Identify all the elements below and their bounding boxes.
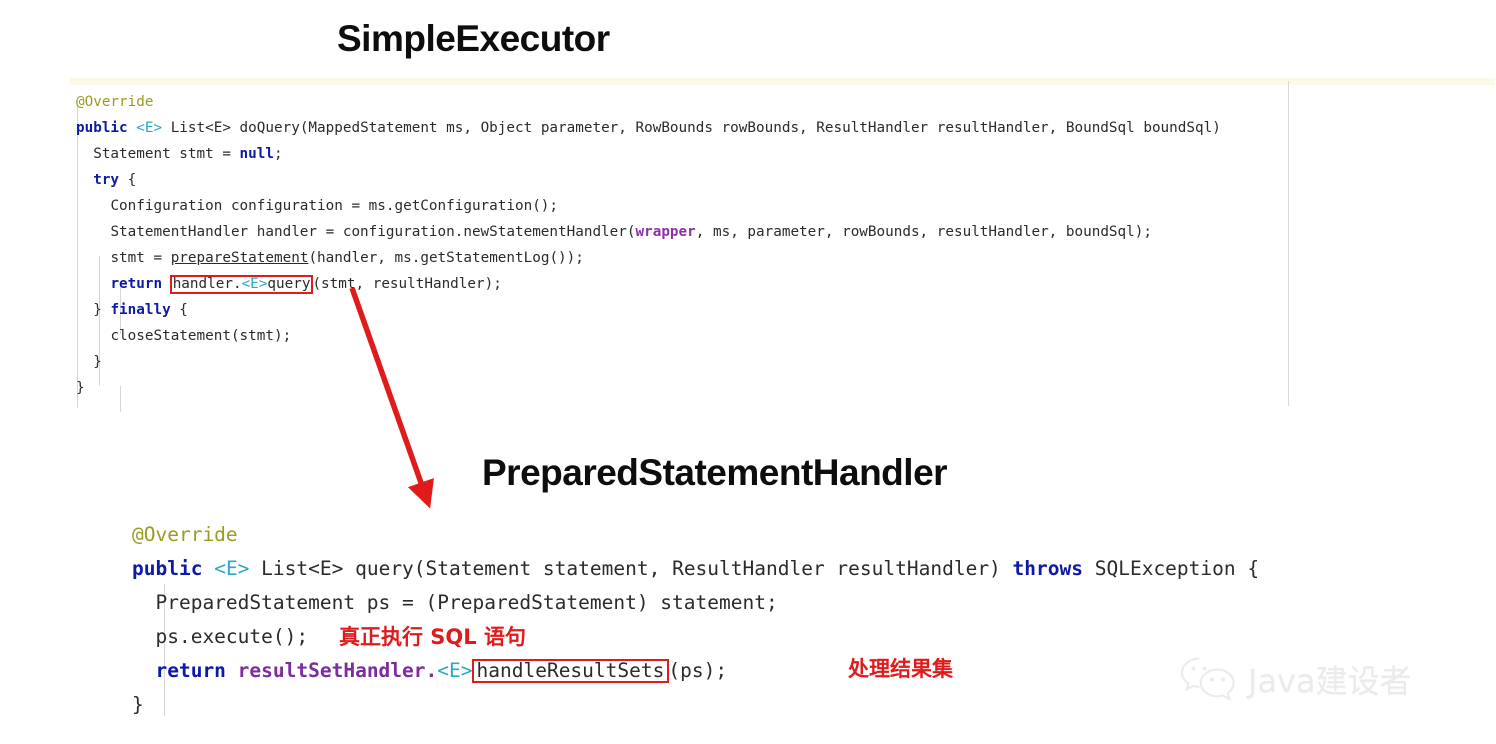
code-token-handle-result-sets-args: (ps); xyxy=(668,659,728,682)
code-block-simple-executor: @Override public <E> List<E> doQuery(Map… xyxy=(56,78,1496,412)
code-line-configuration: Configuration configuration = ms.getConf… xyxy=(110,198,559,214)
watermark-label: Java建设者 xyxy=(1248,662,1412,700)
code-token-keyword-null: null xyxy=(239,146,274,162)
code-line-statement-handler-b: , ms, parameter, rowBounds, resultHandle… xyxy=(695,224,1152,240)
code-line-prepared-statement-cast: PreparedStatement ps = (PreparedStatemen… xyxy=(155,591,778,614)
code-token-finally-brace-a: } xyxy=(93,302,111,318)
annotation-handle-result-set: 处理结果集 xyxy=(848,657,953,681)
code-token-method-signature: List<E> doQuery(MappedStatement ms, Obje… xyxy=(162,120,1221,136)
code-token-annotation-override-2: @Override xyxy=(132,523,238,546)
code-block-top-strip xyxy=(70,78,1495,85)
code-token-annotation-override: @Override xyxy=(76,94,154,110)
code-token-stmt-decl-a: Statement stmt = xyxy=(93,146,240,162)
code-token-handle-result-sets: handleResultSets xyxy=(476,659,665,682)
code-token-wrapper: wrapper xyxy=(635,224,696,240)
code-line-ps-execute: ps.execute(); xyxy=(155,625,309,648)
code-line-prepare-a: stmt = xyxy=(110,250,171,266)
page-title-prepared-statement-handler: PreparedStatementHandler xyxy=(482,452,948,493)
code-token-query-signature: List<E> query(Statement statement, Resul… xyxy=(249,557,1013,580)
code-line-statement-handler-a: StatementHandler handler = configuration… xyxy=(110,224,636,240)
code-token-keyword-return: return xyxy=(110,276,163,292)
code-token-generic-e-2: <E> xyxy=(214,557,250,580)
highlight-box-handle-result-sets: handleResultSets xyxy=(471,659,670,684)
code-token-keyword-public-2: public xyxy=(132,557,203,580)
page-title-simple-executor: SimpleExecutor xyxy=(337,18,610,59)
code-token-stmt-decl-b: ; xyxy=(273,146,283,162)
code-lines-prepared-statement-handler: @Override public <E> List<E> query(State… xyxy=(132,518,1259,722)
code-line-prepare-b: (handler, ms.getStatementLog()); xyxy=(308,250,584,266)
code-token-query-call: query xyxy=(267,276,311,292)
code-token-query-args: (stmt, resultHandler); xyxy=(312,276,502,292)
watermark: Java建设者 xyxy=(1179,655,1412,703)
code-token-dot: . xyxy=(425,659,438,682)
code-token-keyword-finally: finally xyxy=(110,302,171,318)
code-token-keyword-return-2: return xyxy=(155,659,226,682)
wechat-icon xyxy=(1179,655,1241,703)
code-token-brace-outer: } xyxy=(76,380,85,396)
code-token-handler-dot: handler. xyxy=(172,276,242,292)
annotation-sql-execute: 真正执行 SQL 语句 xyxy=(339,625,526,649)
code-token-keyword-try: try xyxy=(93,172,120,188)
code-token-brace-inner: } xyxy=(93,354,102,370)
code-token-try-brace: { xyxy=(119,172,137,188)
code-token-finally-brace-b: { xyxy=(170,302,188,318)
code-token-generic-e-query: <E> xyxy=(241,276,268,292)
code-lines-simple-executor: @Override public <E> List<E> doQuery(Map… xyxy=(76,89,1221,401)
code-line-close-statement: closeStatement(stmt); xyxy=(110,328,292,344)
code-token-generic-e: <E> xyxy=(136,120,163,136)
right-margin-ruler xyxy=(1288,81,1289,406)
highlight-box-handler-query: handler.<E>query xyxy=(169,275,314,294)
code-token-result-set-handler: resultSetHandler xyxy=(225,659,426,682)
code-token-generic-e-3: <E> xyxy=(437,659,473,682)
code-token-keyword-throws: throws xyxy=(1012,557,1083,580)
code-token-prepare-statement-link[interactable]: prepareStatement xyxy=(171,250,309,266)
code-token-keyword-public: public xyxy=(76,120,128,136)
code-token-signature-end: SQLException { xyxy=(1083,557,1260,580)
code-token-brace-close-2: } xyxy=(132,693,144,716)
